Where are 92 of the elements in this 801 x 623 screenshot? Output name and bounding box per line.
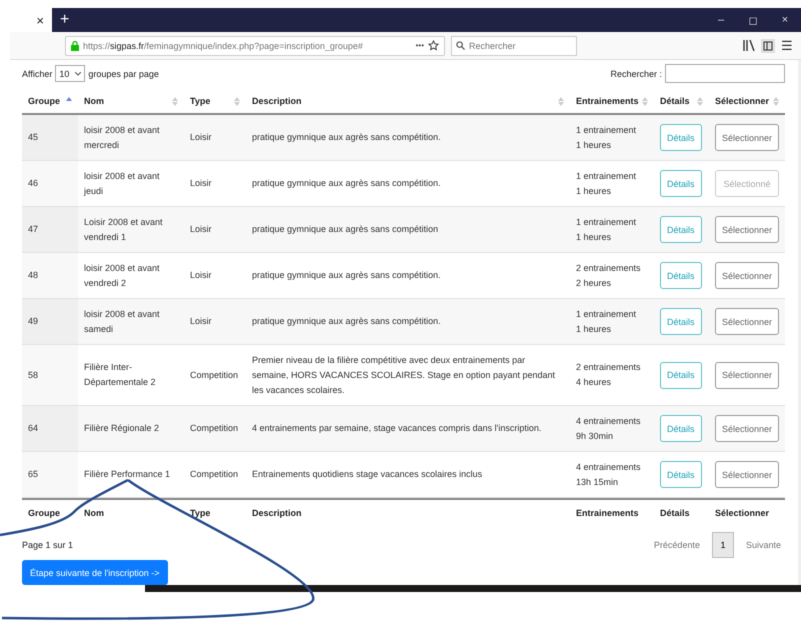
table-cell: pratique gymnique aux agrès sans compétition.: [246, 299, 570, 345]
column-header[interactable]: Sélectionner: [715, 96, 770, 106]
close-tab-icon[interactable]: ×: [36, 12, 44, 28]
window-control[interactable]: –: [705, 8, 737, 32]
column-footer: Type: [184, 498, 246, 526]
column-footer: Détails: [654, 498, 709, 526]
page-button[interactable]: 1: [712, 532, 734, 558]
search-field[interactable]: [665, 64, 785, 83]
table-cell: 45: [22, 115, 78, 161]
select-button[interactable]: Sélectionner: [715, 461, 779, 488]
column-header[interactable]: Détails: [660, 96, 690, 106]
hours-text: 13h 15min: [576, 476, 620, 488]
page-length-select[interactable]: 10: [55, 65, 86, 82]
table-cell: 4 entrainements par semaine, stage vacances compris dans l'inscription.: [246, 406, 570, 452]
table-cell: loisir 2008 et avant samedi: [78, 299, 184, 345]
details-button[interactable]: Détails: [660, 308, 702, 335]
caret-icon: [75, 72, 82, 76]
column-footer: Nom: [78, 498, 184, 526]
url-text: https://sigpas.fr/feminagymnique/index.php?page=inscription_groupe#: [83, 40, 364, 50]
previous-link[interactable]: Précédente: [650, 540, 704, 550]
details-button[interactable]: Détails: [660, 362, 702, 388]
table-cell: pratique gymnique aux agrès sans compétition: [246, 207, 570, 253]
next-step-button[interactable]: Étape suivante de l'inscription ->: [22, 560, 168, 585]
hours-text: 1 heures: [576, 184, 612, 198]
browser-search-field[interactable]: Rechercher: [451, 36, 577, 56]
details-button[interactable]: Détails: [660, 461, 702, 488]
sidebar-icon[interactable]: [761, 38, 775, 52]
select-button[interactable]: Sélectionner: [715, 262, 779, 289]
sessions-text: 4 entrainements: [576, 414, 641, 428]
table-cell: 58: [22, 345, 78, 406]
lock-icon: [71, 40, 79, 50]
table-cell: Loisir: [184, 115, 246, 161]
table-cell: 49: [22, 299, 78, 345]
table-cell: Loisir: [184, 299, 246, 345]
table-cell: 46: [22, 161, 78, 207]
hours-text: 4 heures: [576, 376, 612, 389]
hours-text: 1 heures: [576, 322, 612, 336]
details-button[interactable]: Détails: [660, 415, 702, 442]
table-cell: Filière Régionale 2: [78, 406, 184, 452]
library-icon[interactable]: [743, 40, 755, 51]
select-button[interactable]: Sélectionner: [715, 362, 779, 388]
table-cell: Loisir: [184, 207, 246, 253]
length-label: Afficher: [22, 68, 52, 78]
sessions-text: 1 entrainement: [576, 170, 636, 182]
sessions-text: 2 entrainements: [576, 361, 641, 374]
next-link[interactable]: Suivante: [742, 540, 785, 550]
menu-icon[interactable]: ☰: [781, 38, 793, 53]
page-info: Page 1 sur 1: [22, 540, 74, 550]
search-label: Rechercher :: [610, 68, 662, 78]
column-header[interactable]: Groupe: [28, 96, 60, 106]
table-cell: 64: [22, 406, 78, 452]
column-header[interactable]: Entrainements: [576, 96, 639, 106]
column-footer: Description: [246, 498, 570, 526]
search-icon: [456, 40, 465, 50]
details-button[interactable]: Détails: [660, 124, 702, 151]
sessions-text: 4 entrainements: [576, 460, 641, 474]
length-label: groupes par page: [88, 68, 159, 78]
table-cell: Competition: [184, 406, 246, 452]
details-button[interactable]: Détails: [660, 216, 702, 243]
page-actions-icon[interactable]: •••: [416, 41, 424, 50]
sessions-text: 2 entrainements: [576, 262, 641, 274]
select-button[interactable]: Sélectionner: [715, 124, 779, 151]
select-button[interactable]: Sélectionner: [715, 216, 779, 243]
column-footer: Entrainements: [570, 498, 654, 526]
hours-text: 1 heures: [576, 230, 612, 244]
column-header[interactable]: Nom: [84, 96, 104, 106]
table-cell: Loisir 2008 et avant vendredi 1: [78, 207, 184, 253]
column-footer: Sélectionner: [709, 498, 785, 526]
column-header[interactable]: Description: [252, 96, 302, 106]
column-footer: Groupe: [22, 498, 78, 526]
details-button[interactable]: Détails: [660, 170, 702, 197]
select-button[interactable]: Sélectionner: [715, 308, 779, 335]
window-control[interactable]: ×: [769, 8, 801, 32]
sessions-text: 1 entrainement: [576, 124, 636, 136]
star-icon[interactable]: [428, 40, 439, 51]
table-cell: pratique gymnique aux agrès sans compétition.: [246, 115, 570, 161]
hours-text: 2 heures: [576, 276, 612, 290]
table-cell: 65: [22, 452, 78, 498]
hours-text: 9h 30min: [576, 430, 614, 442]
sessions-text: 1 entrainement: [576, 216, 636, 228]
new-tab-button[interactable]: +: [52, 8, 78, 32]
hours-text: 1 heures: [576, 138, 612, 152]
select-button[interactable]: Sélectionner: [715, 415, 779, 442]
table-cell: 48: [22, 253, 78, 299]
details-button[interactable]: Détails: [660, 262, 702, 289]
table-cell: 47: [22, 207, 78, 253]
address-bar[interactable]: https://sigpas.fr/feminagymnique/index.php?page=inscription_groupe# •••: [65, 36, 445, 56]
table-cell: loisir 2008 et avant mercredi: [78, 115, 184, 161]
browser-tab[interactable]: ×: [10, 8, 52, 32]
window-control[interactable]: ◻: [737, 8, 769, 32]
column-header[interactable]: Type: [190, 96, 210, 106]
sessions-text: 1 entrainement: [576, 308, 636, 320]
